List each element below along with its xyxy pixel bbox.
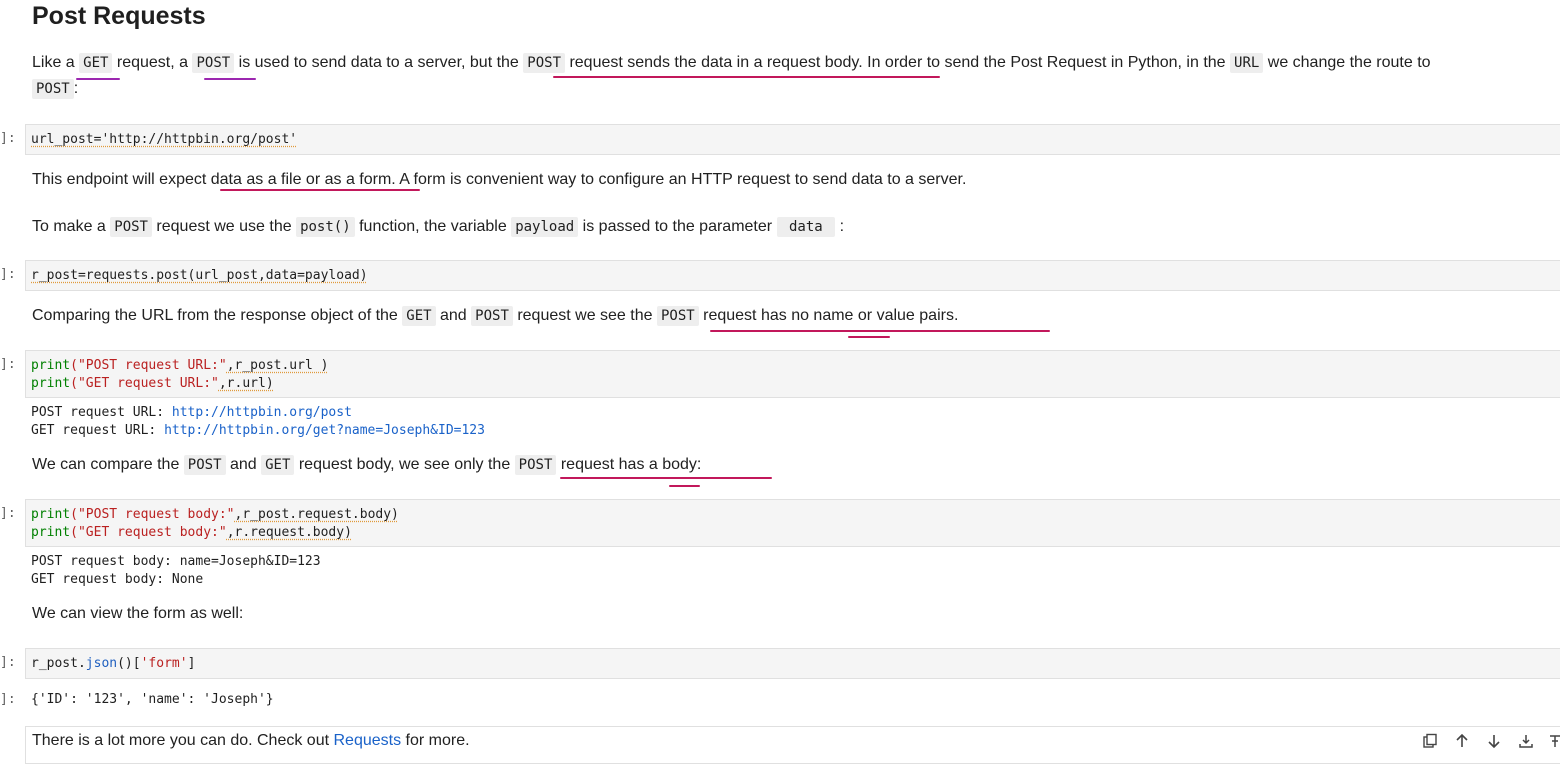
- inline-code-get: GET: [79, 53, 113, 73]
- code-line: print("POST request URL:",r_post.url ): [31, 358, 329, 373]
- cell-output-line: POST request body: name=Joseph&ID=123: [31, 554, 321, 569]
- ink-underline: [220, 189, 420, 191]
- paragraph-intro: Like a GET request, a POST is used to se…: [32, 53, 1431, 73]
- output-link[interactable]: http://httpbin.org/post: [172, 405, 352, 420]
- page-title: Post Requests: [32, 2, 206, 30]
- code-line: print("GET request URL:",r.url): [31, 376, 274, 391]
- inline-code-url: URL: [1230, 53, 1264, 73]
- code-cell[interactable]: r_post=requests.post(url_post,data=paylo…: [25, 260, 1560, 291]
- arrow-down-icon[interactable]: [1485, 733, 1503, 751]
- paragraph-compare-url: Comparing the URL from the response obje…: [32, 306, 959, 326]
- paragraph-intro-line2: POST:: [32, 79, 78, 99]
- cell-prompt: ]:: [0, 357, 16, 372]
- paragraph-make-post: To make a POST request we use the post()…: [32, 217, 845, 237]
- insert-icon[interactable]: [1517, 733, 1535, 751]
- code-cell[interactable]: print("POST request URL:",r_post.url ) p…: [25, 350, 1560, 398]
- cell-prompt: ]:: [0, 655, 16, 670]
- copy-icon[interactable]: [1421, 733, 1439, 751]
- inline-code-post: POST: [523, 53, 565, 73]
- ink-underline: [669, 485, 700, 487]
- inline-code-post: POST: [192, 53, 235, 73]
- ink-underline: [848, 336, 890, 338]
- paragraph-compare-body: We can compare the POST and GET request …: [32, 455, 702, 475]
- code-cell[interactable]: url_post='http://httpbin.org/post': [25, 124, 1560, 155]
- paragraph-more: There is a lot more you can do. Check ou…: [32, 732, 470, 749]
- ink-underline: [710, 330, 1050, 332]
- code-line: r_post.json()['form']: [31, 656, 196, 671]
- code-line: print("POST request body:",r_post.reques…: [31, 507, 399, 522]
- paragraph-endpoint: This endpoint will expect data as a file…: [32, 171, 967, 188]
- code-cell[interactable]: r_post.json()['form']: [25, 648, 1560, 679]
- output-prompt: ]:: [0, 692, 16, 707]
- cell-output-line: GET request URL: http://httpbin.org/get?…: [31, 423, 485, 438]
- code-cell[interactable]: print("POST request body:",r_post.reques…: [25, 499, 1560, 547]
- cell-prompt: ]:: [0, 267, 16, 282]
- cell-output-line: GET request body: None: [31, 572, 204, 587]
- code-line: url_post='http://httpbin.org/post': [31, 132, 298, 147]
- cell-prompt: ]:: [0, 131, 16, 146]
- requests-link[interactable]: Requests: [333, 732, 401, 749]
- ink-underline: [204, 78, 256, 80]
- more-icon[interactable]: [1546, 733, 1560, 751]
- cell-output-line: POST request URL: http://httpbin.org/pos…: [31, 405, 352, 420]
- cell-output-line: {'ID': '123', 'name': 'Joseph'}: [31, 692, 274, 707]
- arrow-up-icon[interactable]: [1453, 733, 1471, 751]
- ink-underline: [76, 78, 120, 80]
- code-line: print("GET request body:",r.request.body…: [31, 525, 352, 540]
- inline-code-post: POST: [32, 79, 74, 99]
- output-link[interactable]: http://httpbin.org/get?name=Joseph&ID=12…: [164, 423, 485, 438]
- ink-underline: [560, 477, 772, 479]
- code-line: r_post=requests.post(url_post,data=paylo…: [31, 268, 368, 283]
- paragraph-view-form: We can view the form as well:: [32, 605, 244, 622]
- ink-underline: [553, 76, 940, 78]
- cell-prompt: ]:: [0, 506, 16, 521]
